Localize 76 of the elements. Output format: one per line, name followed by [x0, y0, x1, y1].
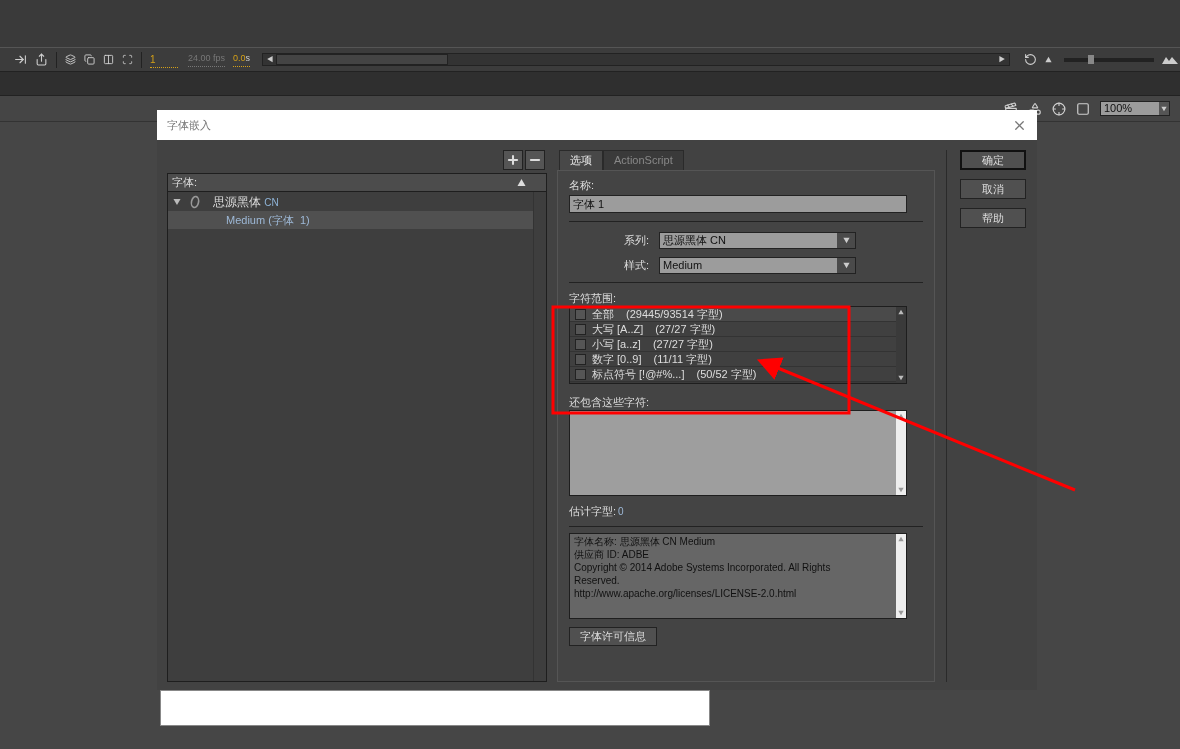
onion-skin-icon[interactable] — [65, 54, 76, 65]
export-icon[interactable] — [35, 53, 48, 66]
zoom-slider[interactable] — [1064, 57, 1155, 62]
info-line: 字体名称: 思源黑体 CN Medium — [574, 535, 717, 548]
scroll-up-icon — [898, 413, 904, 419]
add-button[interactable] — [503, 150, 523, 170]
dropdown-caret-icon — [1161, 105, 1167, 112]
info-line: http://www.apache.org/licenses/LICENSE-2.0.html — [574, 587, 798, 600]
dropdown-caret-icon — [842, 236, 850, 244]
tab[interactable]: 选项 — [559, 150, 603, 170]
glyph-count: (27/27 字型) — [652, 336, 713, 352]
range-label: 数字 [0..9] — [592, 351, 642, 367]
checkbox[interactable] — [575, 338, 586, 350]
scrollbar[interactable] — [896, 307, 906, 383]
range-label: 大写 [A..Z] — [592, 321, 644, 337]
column-header[interactable]: 字体: — [172, 174, 198, 191]
large-mountain-icon — [1162, 55, 1179, 64]
scroll-up-icon — [898, 536, 904, 542]
font-type-icon — [189, 194, 201, 209]
plus-icon — [506, 153, 520, 167]
checkbox[interactable] — [575, 368, 586, 380]
onion-outline-icon[interactable] — [84, 54, 95, 65]
scroll-down-icon — [898, 610, 904, 616]
estimate-value: 0 — [618, 504, 624, 519]
name-label: 名称: — [569, 178, 596, 193]
name-field[interactable]: 字体 1 — [569, 195, 907, 213]
loop-icon[interactable] — [1024, 53, 1038, 66]
timeline-scrollbar[interactable] — [262, 53, 1011, 66]
marker-icon[interactable] — [122, 54, 133, 65]
range-label: 小写 [a..z] — [592, 336, 641, 352]
scrollbar[interactable] — [896, 534, 906, 618]
dialog-button[interactable]: 确定 — [960, 150, 1026, 170]
scroll-up-icon — [898, 309, 904, 315]
family-dropdown[interactable]: 思源黑体 CN — [659, 231, 856, 249]
font-family-name[interactable]: 思源黑体 CN — [213, 192, 279, 211]
range-label: 全部 — [592, 306, 614, 322]
scroll-down-icon — [898, 375, 904, 381]
info-line: Reserved. — [574, 574, 621, 587]
info-line: 供应商 ID: ADBE — [574, 548, 650, 561]
scroll-left-icon — [266, 56, 274, 63]
range-label: 标点符号 [!@#%...] — [592, 366, 685, 382]
glyph-count: (29445/93514 字型) — [626, 306, 723, 322]
edit-multiple-icon[interactable] — [103, 54, 114, 65]
scroll-down-icon — [898, 487, 904, 493]
checkbox[interactable] — [575, 323, 586, 335]
extra-characters-label: 还包含这些字符: — [569, 395, 651, 410]
small-mountain-icon — [1045, 56, 1053, 63]
estimate-label: 估计字型: — [569, 503, 617, 519]
dialog-button[interactable]: 帮助 — [960, 208, 1026, 228]
font-style-item[interactable]: Medium (字体 1) — [168, 211, 533, 229]
slider-thumb[interactable] — [1088, 54, 1095, 64]
crosshair-icon[interactable] — [1052, 101, 1066, 116]
glyph-count: (11/11 字型) — [653, 351, 712, 367]
extra-characters-field[interactable] — [569, 410, 907, 496]
dialog-title: 字体嵌入 — [167, 117, 211, 133]
scroll-right-icon — [999, 56, 1007, 63]
elapsed-time[interactable]: 0.0s — [233, 52, 251, 67]
zoom-field[interactable]: 100% — [1100, 101, 1170, 116]
remove-button[interactable] — [525, 150, 545, 170]
family-label: 系列: — [622, 232, 649, 248]
info-line: Copyright © 2014 Adobe Systems Incorporated. All Rights — [574, 561, 832, 574]
glyph-count: (27/27 字型) — [655, 321, 716, 337]
style-label: 样式: — [622, 257, 649, 273]
license-button[interactable]: 字体许可信息 — [569, 627, 657, 646]
dropdown-caret-icon — [842, 261, 850, 269]
frame-number[interactable]: 1 — [150, 51, 178, 68]
character-range-label: 字符范围: — [569, 291, 618, 306]
dialog-button[interactable]: 取消 — [960, 179, 1026, 199]
scrollbar[interactable] — [896, 411, 906, 495]
insert-frame-icon[interactable] — [14, 53, 27, 66]
checkbox[interactable] — [575, 353, 586, 365]
checkbox[interactable] — [575, 308, 586, 320]
clip-frame-icon[interactable] — [1076, 101, 1090, 116]
sort-icon — [517, 178, 526, 187]
glyph-count: (50/52 字型) — [696, 366, 757, 382]
style-dropdown[interactable]: Medium — [659, 256, 856, 274]
